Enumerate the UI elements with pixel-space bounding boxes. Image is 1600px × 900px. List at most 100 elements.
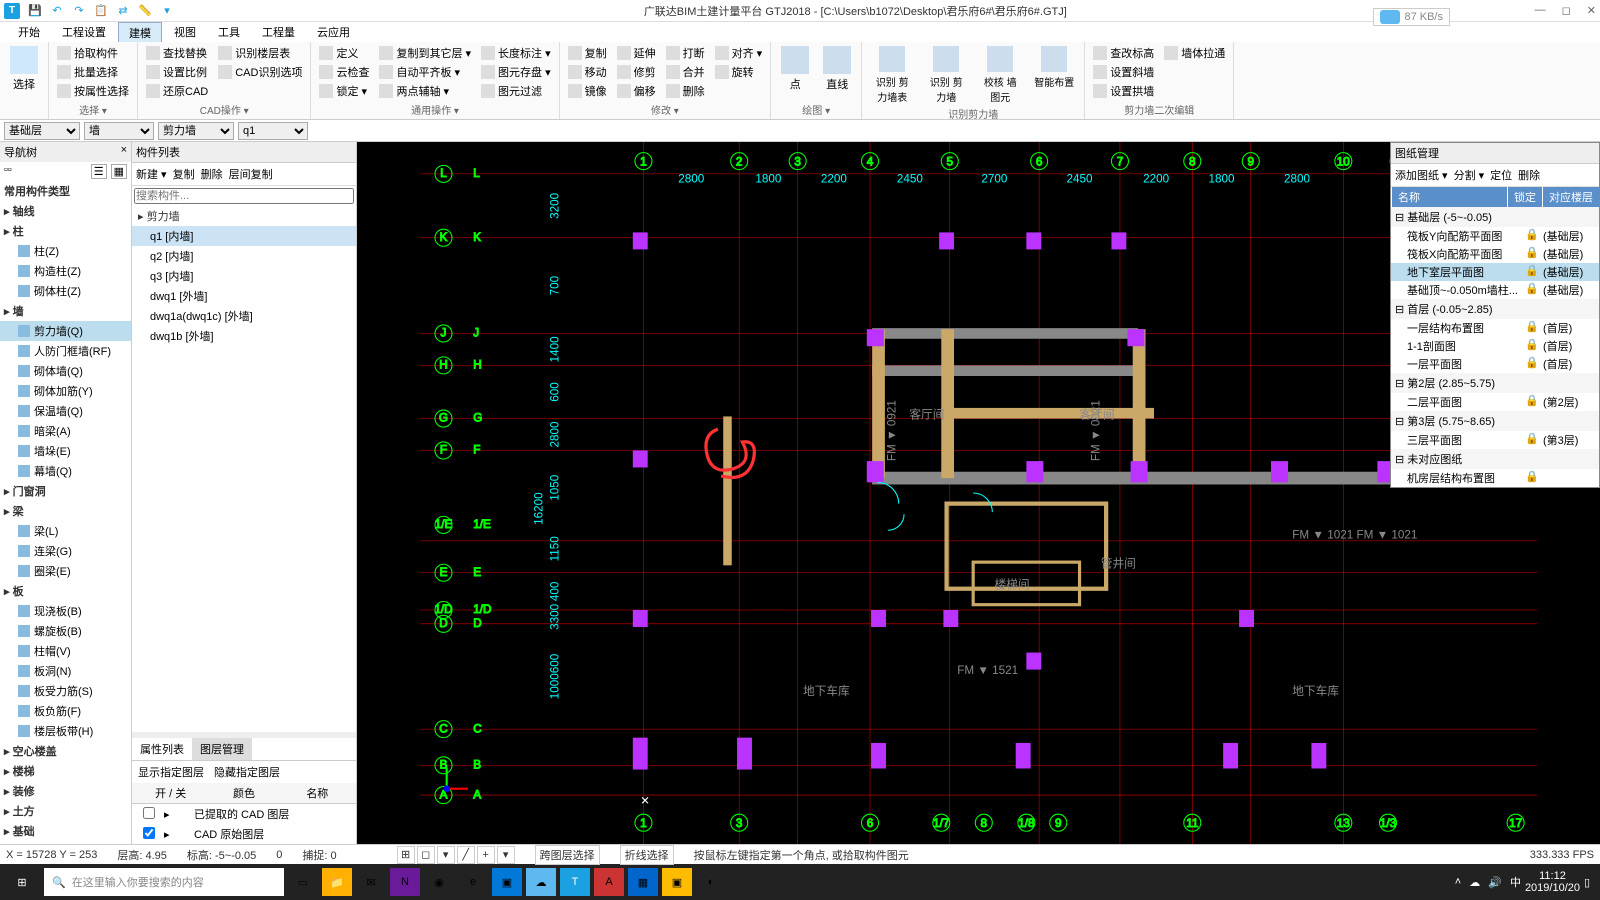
ribbon-识别楼层表[interactable]: 识别楼层表 (216, 44, 304, 62)
tray-cloud-icon[interactable]: ☁ (1469, 876, 1480, 889)
notification-icon[interactable]: ▯ (1584, 876, 1596, 889)
ribbon-复制到其它层 ▾[interactable]: 复制到其它层 ▾ (377, 44, 473, 62)
dwg-row[interactable]: 一层平面图🔒(首层) (1391, 355, 1599, 373)
ribbon-拾取构件[interactable]: 拾取构件 (55, 44, 131, 62)
prop-tab-属性列表[interactable]: 属性列表 (132, 738, 192, 760)
explorer-icon[interactable]: 📁 (322, 868, 352, 896)
tab-工具[interactable]: 工具 (208, 22, 250, 42)
drawing-canvas[interactable]: 1234567891011121314 LLKKJJHHGGFF1/E1/EEE… (357, 142, 1600, 844)
app-icon-1[interactable]: N (390, 868, 420, 896)
tool-icon-3[interactable]: ▾ (437, 846, 455, 864)
ribbon-校核 墙图元[interactable]: 校核 墙图元 (976, 44, 1024, 106)
nav-item-梁(L)[interactable]: 梁(L) (0, 521, 131, 541)
nav-item-墙垛(E)[interactable]: 墙垛(E) (0, 441, 131, 461)
tool-icon-1[interactable]: ⊞ (397, 846, 415, 864)
nav-cat-装修[interactable]: ▸ 装修 (0, 781, 131, 801)
category-select[interactable]: 墙 (84, 122, 154, 140)
nav-item-砌体柱(Z)[interactable]: 砌体柱(Z) (0, 281, 131, 301)
qat-save-icon[interactable]: 💾 (26, 3, 44, 19)
ribbon-设置比例[interactable]: 设置比例 (144, 63, 210, 81)
prop-tab-图层管理[interactable]: 图层管理 (192, 738, 252, 760)
ribbon-按属性选择[interactable]: 按属性选择 (55, 82, 131, 100)
comp-tb-新建 ▾[interactable]: 新建 ▾ (136, 166, 167, 182)
dwg-row[interactable]: 二层平面图🔒(第2层) (1391, 393, 1599, 411)
ribbon-点[interactable]: 点 (777, 44, 813, 94)
dwg-row[interactable]: 筏板X向配筋平面图🔒(基础层) (1391, 245, 1599, 263)
ribbon-复制[interactable]: 复制 (566, 44, 609, 62)
nav-item-板洞(N)[interactable]: 板洞(N) (0, 661, 131, 681)
taskbar-clock[interactable]: 11:12 2019/10/20 (1525, 870, 1580, 894)
comp-dwq1 [外墙][interactable]: dwq1 [外墙] (132, 286, 356, 306)
ribbon-打断[interactable]: 打断 (664, 44, 707, 62)
nav-item-砌体墙(Q)[interactable]: 砌体墙(Q) (0, 361, 131, 381)
nav-item-板负筋(F)[interactable]: 板负筋(F) (0, 701, 131, 721)
dwg-tb-定位[interactable]: 定位 (1490, 167, 1512, 183)
select-big-button[interactable]: 选择 (6, 44, 42, 94)
nav-item-幕墙(Q)[interactable]: 幕墙(Q) (0, 461, 131, 481)
ribbon-旋转[interactable]: 旋转 (713, 63, 765, 81)
tab-建模[interactable]: 建模 (118, 22, 162, 42)
comp-q1 [内墙][interactable]: q1 [内墙] (132, 226, 356, 246)
comp-q3 [内墙][interactable]: q3 [内墙] (132, 266, 356, 286)
cloud-app-icon[interactable]: ☁ (526, 868, 556, 896)
nav-cat-空心楼盖[interactable]: ▸ 空心楼盖 (0, 741, 131, 761)
ribbon-设置拱墙[interactable]: 设置拱墙 (1091, 82, 1156, 100)
tab-云应用[interactable]: 云应用 (307, 22, 360, 42)
ribbon-对齐 ▾[interactable]: 对齐 ▾ (713, 44, 765, 62)
nav-item-柱(Z)[interactable]: 柱(Z) (0, 241, 131, 261)
nav-item-保温墙(Q)[interactable]: 保温墙(Q) (0, 401, 131, 421)
dwg-group[interactable]: ⊟ 第3层 (5.75~8.65) (1391, 411, 1599, 431)
ribbon-智能布置[interactable]: 智能布置 (1030, 44, 1078, 106)
ribbon-查找替换[interactable]: 查找替换 (144, 44, 210, 62)
start-button[interactable]: ⊞ (4, 868, 40, 896)
taskbar-search[interactable]: 🔍 在这里输入你要搜索的内容 (44, 868, 284, 896)
comp-dwq1b [外墙][interactable]: dwq1b [外墙] (132, 326, 356, 346)
nav-item-砌体加筋(Y)[interactable]: 砌体加筋(Y) (0, 381, 131, 401)
dwg-group[interactable]: ⊟ 基础层 (-5~-0.05) (1391, 207, 1599, 227)
comp-tb-删除[interactable]: 删除 (201, 166, 223, 182)
nav-cat-楼梯[interactable]: ▸ 楼梯 (0, 761, 131, 781)
ribbon-图元过滤[interactable]: 图元过滤 (479, 82, 553, 100)
nav-item-楼层板带(H)[interactable]: 楼层板带(H) (0, 721, 131, 741)
dwg-row[interactable]: 一层结构布置图🔒(首层) (1391, 319, 1599, 337)
tab-开始[interactable]: 开始 (8, 22, 50, 42)
ribbon-图元存盘 ▾[interactable]: 图元存盘 ▾ (479, 63, 553, 81)
ribbon-长度标注 ▾[interactable]: 长度标注 ▾ (479, 44, 553, 62)
nav-list-icon[interactable]: ☰ (91, 164, 107, 179)
ribbon-设置斜墙[interactable]: 设置斜墙 (1091, 63, 1156, 81)
nav-close-icon[interactable]: × (121, 144, 127, 160)
nav-cat-柱[interactable]: ▸ 柱 (0, 221, 131, 241)
comp-dwq1a(dwq1c) [外墙][interactable]: dwq1a(dwq1c) [外墙] (132, 306, 356, 326)
comp-tb-层间复制[interactable]: 层间复制 (229, 166, 273, 182)
nav-item-构造柱(Z)[interactable]: 构造柱(Z) (0, 261, 131, 281)
ribbon-合并[interactable]: 合并 (664, 63, 707, 81)
ribbon-识别 剪力墙表[interactable]: 识别 剪力墙表 (868, 44, 916, 106)
ribbon-定义[interactable]: 定义 (317, 44, 371, 62)
nav-item-板受力筋(S)[interactable]: 板受力筋(S) (0, 681, 131, 701)
nav-item-连梁(G)[interactable]: 连梁(G) (0, 541, 131, 561)
layer-act-隐藏指定图层[interactable]: 隐藏指定图层 (214, 764, 280, 780)
mail-icon[interactable]: ✉ (356, 868, 386, 896)
nav-item-现浇板(B)[interactable]: 现浇板(B) (0, 601, 131, 621)
tab-工程量[interactable]: 工程量 (252, 22, 305, 42)
dwg-row[interactable]: 机房层结构布置图🔒 (1391, 469, 1599, 487)
tray-up-icon[interactable]: ˄ (1455, 876, 1461, 888)
dwg-row[interactable]: 地下室层平面图🔒(基础层) (1391, 263, 1599, 281)
comp-tb-复制[interactable]: 复制 (173, 166, 195, 182)
nav-cat-土方[interactable]: ▸ 土方 (0, 801, 131, 821)
ribbon-云检查[interactable]: 云检查 (317, 63, 371, 81)
ribbon-延伸[interactable]: 延伸 (615, 44, 658, 62)
ribbon-自动平齐板 ▾[interactable]: 自动平齐板 ▾ (377, 63, 473, 81)
nav-item-人防门框墙(RF)[interactable]: 人防门框墙(RF) (0, 341, 131, 361)
ribbon-查改标高[interactable]: 查改标高 (1091, 44, 1156, 62)
nav-grid-icon[interactable]: ▦ (111, 164, 127, 179)
layer-checkbox[interactable] (143, 827, 155, 839)
gtj-icon[interactable]: T (560, 868, 590, 896)
polyline-select-toggle[interactable]: 折线选择 (620, 845, 674, 865)
app-icon-3[interactable]: ▦ (628, 868, 658, 896)
tool-icon-2[interactable]: ◻ (417, 846, 435, 864)
qat-ruler-icon[interactable]: 📏 (136, 3, 154, 19)
qat-undo-icon[interactable]: ↶ (48, 3, 66, 19)
dwg-row[interactable]: 1-1剖面图🔒(首层) (1391, 337, 1599, 355)
ribbon-移动[interactable]: 移动 (566, 63, 609, 81)
